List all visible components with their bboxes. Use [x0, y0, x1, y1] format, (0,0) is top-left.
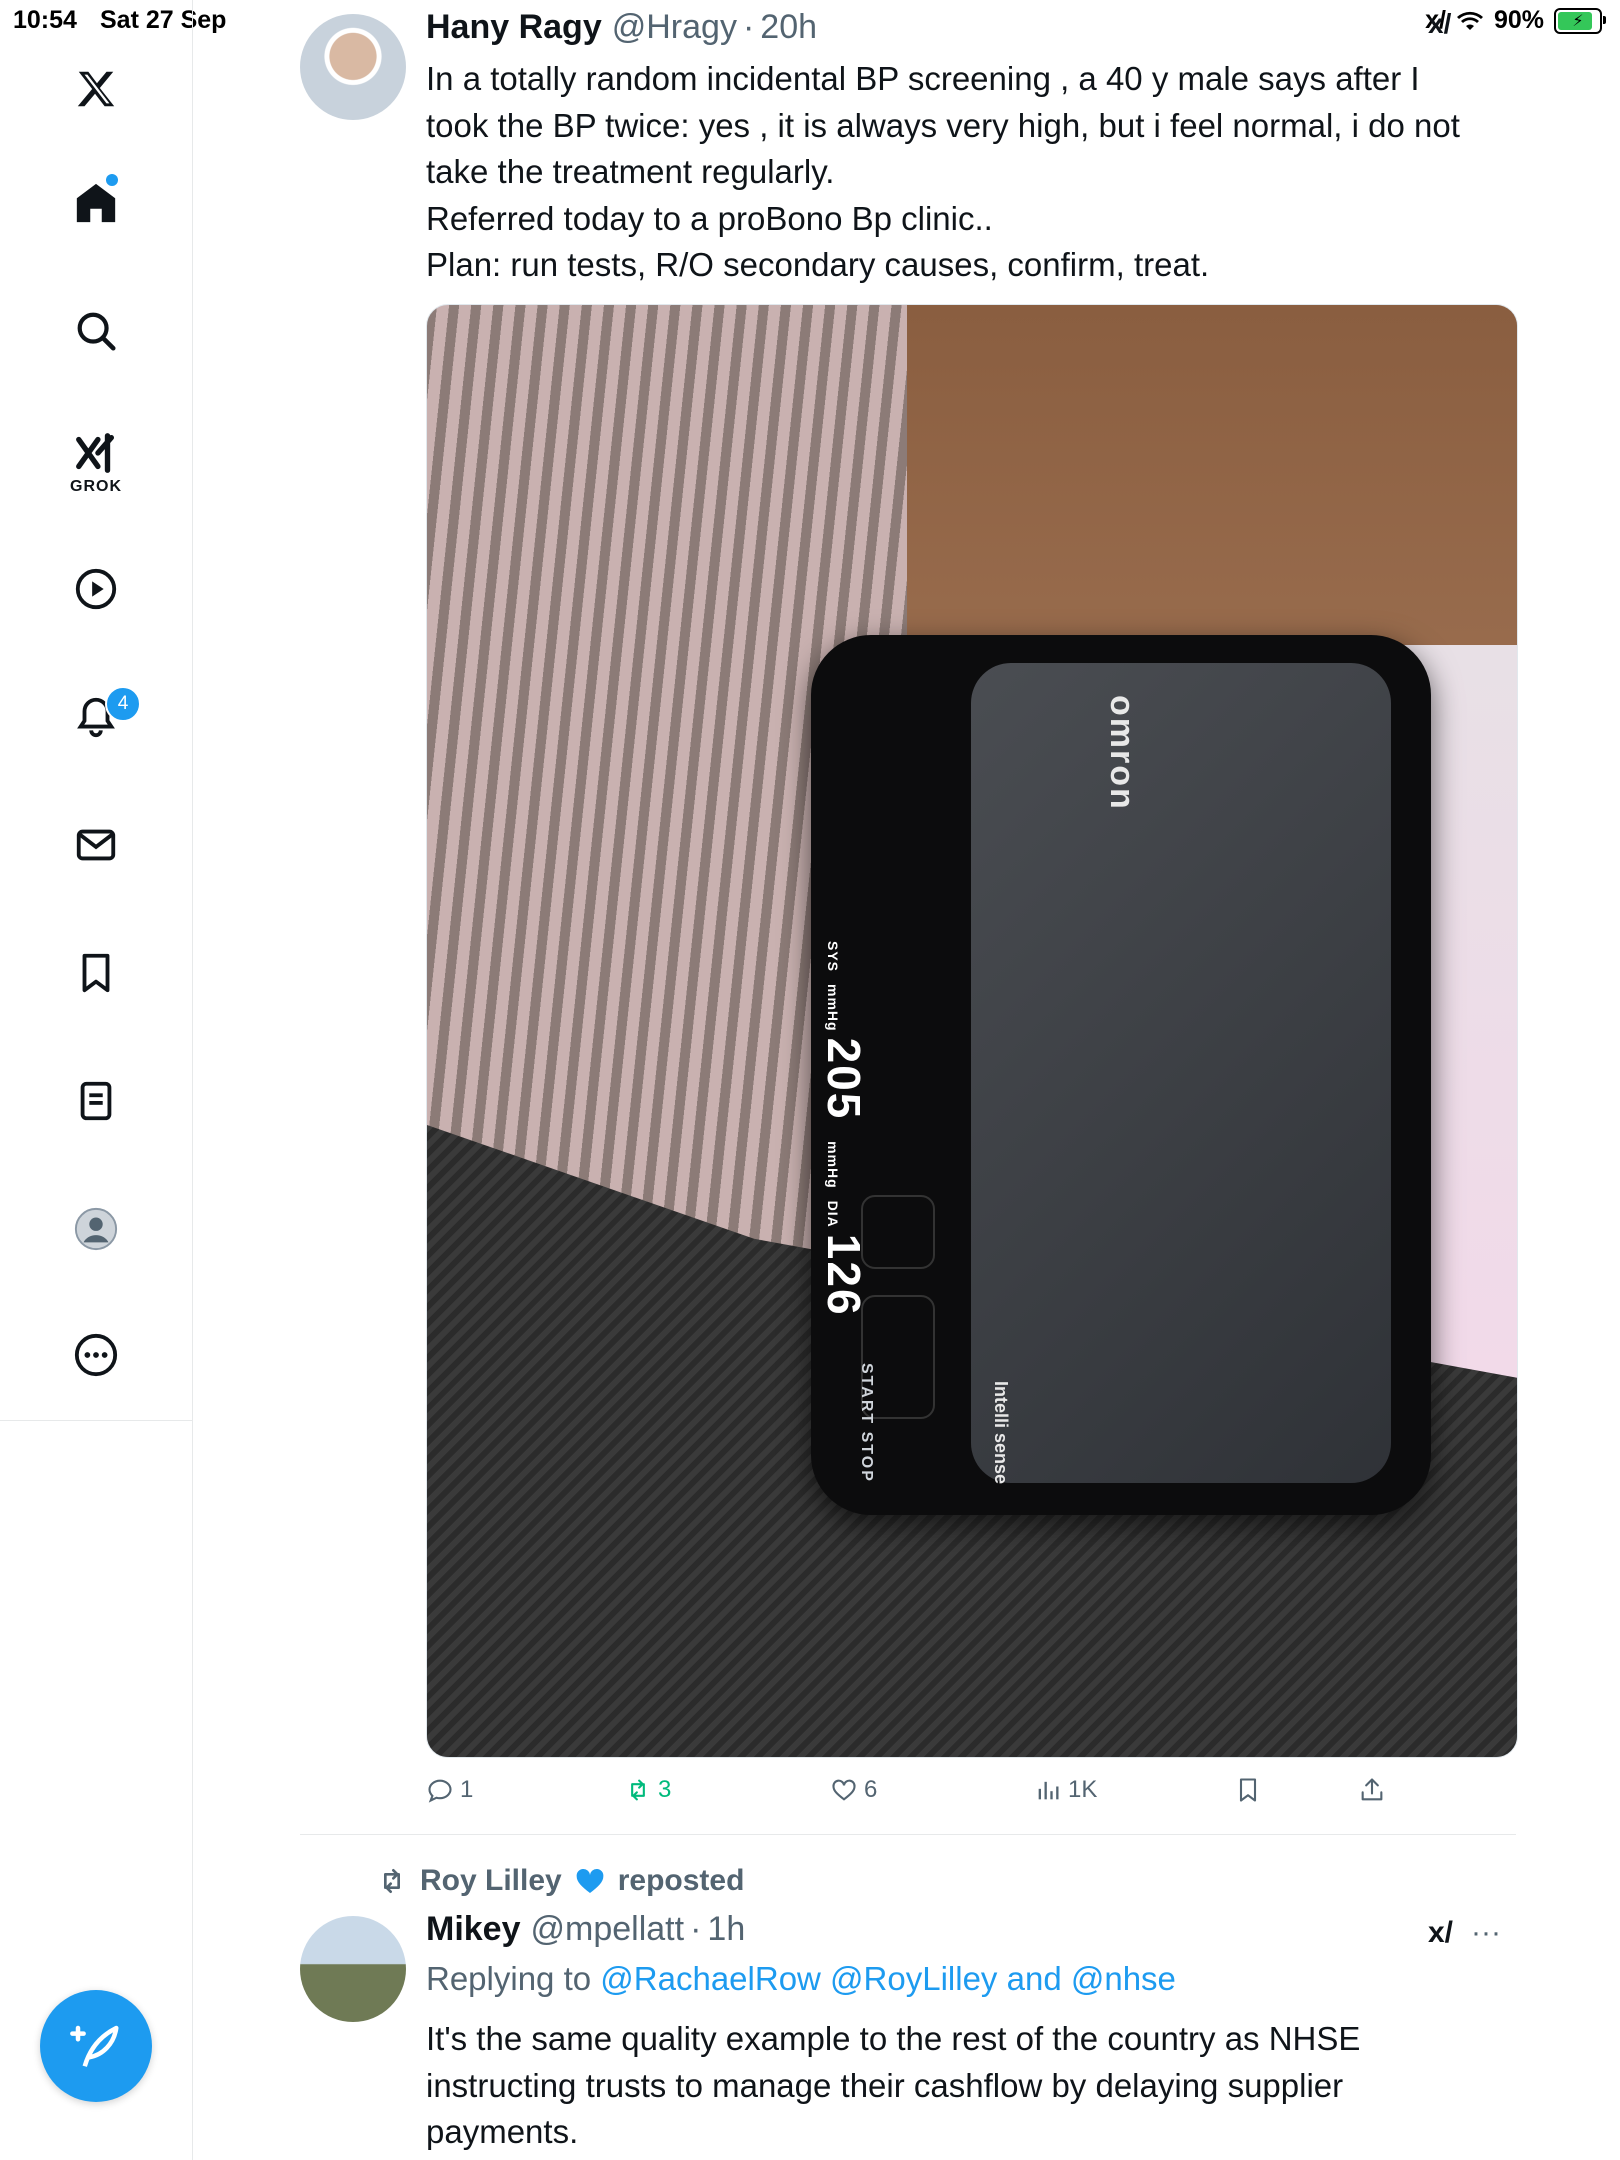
repost-count: 3 [658, 1776, 672, 1803]
tweet-top-icons: x/ ··· [1428, 1916, 1501, 1950]
tweet-line: Referred today to a proBono Bp clinic.. [426, 199, 993, 237]
blue-heart-icon [576, 1868, 604, 1893]
share-icon [1361, 1778, 1383, 1801]
reply-count: 1 [460, 1776, 474, 1803]
replying-and: and [1006, 1960, 1062, 1997]
tweet-time[interactable]: 1h [707, 1910, 745, 1949]
tweet-actions: 1 3 6 1K [426, 1776, 1516, 1816]
wifi-icon [1456, 11, 1483, 30]
mode-button [861, 1195, 935, 1269]
tweet-text: It's the same quality example to the res… [426, 2016, 1516, 2156]
avatar[interactable] [300, 1916, 406, 2022]
x-logo[interactable] [48, 54, 144, 124]
author-name[interactable]: Hany Ragy [426, 8, 602, 47]
repost-icon [631, 1779, 645, 1801]
compose-button[interactable] [40, 1990, 152, 2102]
sys-unit: mmHg [825, 984, 841, 1032]
profile-icon [74, 1207, 118, 1251]
more-icon [74, 1333, 118, 1377]
bookmark-button[interactable] [1234, 1776, 1262, 1804]
sidebar-item-more[interactable] [48, 1320, 144, 1390]
sys-label: SYS [825, 941, 841, 973]
replying-prefix: Replying to [426, 1960, 592, 1997]
list-icon [80, 1081, 112, 1121]
sidebar-item-videos[interactable] [48, 554, 144, 624]
mention-link[interactable]: @RoyLilley [830, 1960, 997, 1997]
dia-unit: mmHg [825, 1141, 841, 1189]
battery-percent: 90% [1493, 6, 1544, 34]
tweet-line: instructing trusts to manage their cashf… [426, 2066, 1344, 2104]
reply-icon [428, 1779, 452, 1803]
bookmark-icon [82, 953, 110, 993]
tweet-line: take the treatment regularly. [426, 153, 835, 190]
grok-label: GROK [70, 478, 122, 495]
replying-to: Replying to @RachaelRow @RoyLilley and @… [426, 1960, 1176, 1998]
mail-icon [76, 829, 116, 861]
sidebar-divider [0, 1420, 192, 1421]
reposter-name[interactable]: Roy Lilley [420, 1864, 562, 1898]
stop-label: STOP [858, 1431, 875, 1483]
notifications-badge: 4 [105, 686, 141, 722]
separator-dot: · [742, 8, 755, 46]
bookmark-icon [1239, 1778, 1257, 1802]
start-stop-label: START STOP [857, 1363, 875, 1483]
like-button[interactable]: 6 [830, 1776, 877, 1804]
home-icon [76, 183, 116, 223]
mention-link[interactable]: @nhse [1071, 1960, 1176, 1997]
repost-context: Roy Lilley reposted [376, 1864, 744, 1898]
author-name[interactable]: Mikey [426, 1910, 521, 1949]
bp-monitor-brand: omron [1103, 695, 1141, 811]
sidebar-item-messages[interactable] [48, 810, 144, 880]
sidebar-item-home[interactable] [48, 168, 144, 238]
tweet-header: Mikey @mpellatt · 1h [426, 1910, 745, 1949]
repost-icon [384, 1869, 400, 1893]
tweet-line: payments. [426, 2113, 579, 2150]
separator-dot: · [690, 1910, 702, 1948]
views-count: 1K [1068, 1776, 1098, 1803]
tweet-line: It's the same quality example to the res… [426, 2020, 1361, 2057]
views-icon [1038, 1781, 1059, 1800]
sidebar-item-explore[interactable] [48, 296, 144, 366]
mention-link[interactable]: @RachaelRow [600, 1960, 821, 1997]
tweet-top-icons: x/ [1428, 8, 1451, 40]
sidebar-item-bookmarks[interactable] [48, 938, 144, 1008]
sys-value: 205 [818, 1037, 870, 1121]
more-options-icon[interactable]: ··· [1471, 1916, 1501, 1950]
sidebar-item-lists[interactable] [48, 1066, 144, 1136]
reply-button[interactable]: 1 [426, 1776, 473, 1804]
views-button[interactable]: 1K [1034, 1776, 1097, 1804]
tweet-line: took the BP twice: yes , it is always ve… [426, 106, 1460, 144]
tweet-photo[interactable]: omron SYSmmHg205 mmHgDIA126 START STOP I… [426, 304, 1518, 1758]
heart-icon [832, 1779, 856, 1801]
tweet-line: Plan: run tests, R/O secondary causes, c… [426, 246, 1210, 283]
bp-monitor-panel [971, 663, 1391, 1483]
tweet-time[interactable]: 20h [760, 8, 817, 47]
grok-icon[interactable]: x/ [1428, 8, 1451, 40]
tweet-header: Hany Ragy @Hragy · 20h [426, 8, 817, 47]
bp-monitor: omron SYSmmHg205 mmHgDIA126 START STOP I… [811, 635, 1431, 1515]
tweet-line: In a totally random incidental BP screen… [426, 60, 1420, 97]
start-label: START [858, 1363, 875, 1426]
sidebar-item-profile[interactable] [48, 1194, 144, 1264]
intelli-sense-label: Intelli sense [991, 1381, 1011, 1485]
search-icon [77, 312, 116, 351]
play-icon [75, 568, 117, 610]
grok-icon[interactable]: x/ [1428, 1916, 1453, 1950]
home-notification-dot [106, 174, 118, 186]
compose-icon [70, 2025, 119, 2067]
tweet-divider [300, 1834, 1516, 1835]
status-right: x/ 90% ⚡ [1425, 6, 1606, 35]
share-button[interactable] [1358, 1776, 1386, 1804]
reposted-label: reposted [617, 1864, 745, 1897]
battery-icon: ⚡ [1554, 7, 1606, 34]
repost-button[interactable]: 3 [624, 1776, 671, 1804]
x-logo-icon [77, 71, 115, 107]
author-handle[interactable]: @Hragy [612, 8, 737, 47]
author-handle[interactable]: @mpellatt [531, 1910, 685, 1949]
like-count: 6 [864, 1776, 878, 1803]
avatar[interactable] [300, 14, 406, 120]
tweet-text: In a totally random incidental BP screen… [426, 56, 1516, 289]
dia-label: DIA [825, 1200, 841, 1228]
grok-icon [76, 433, 115, 473]
